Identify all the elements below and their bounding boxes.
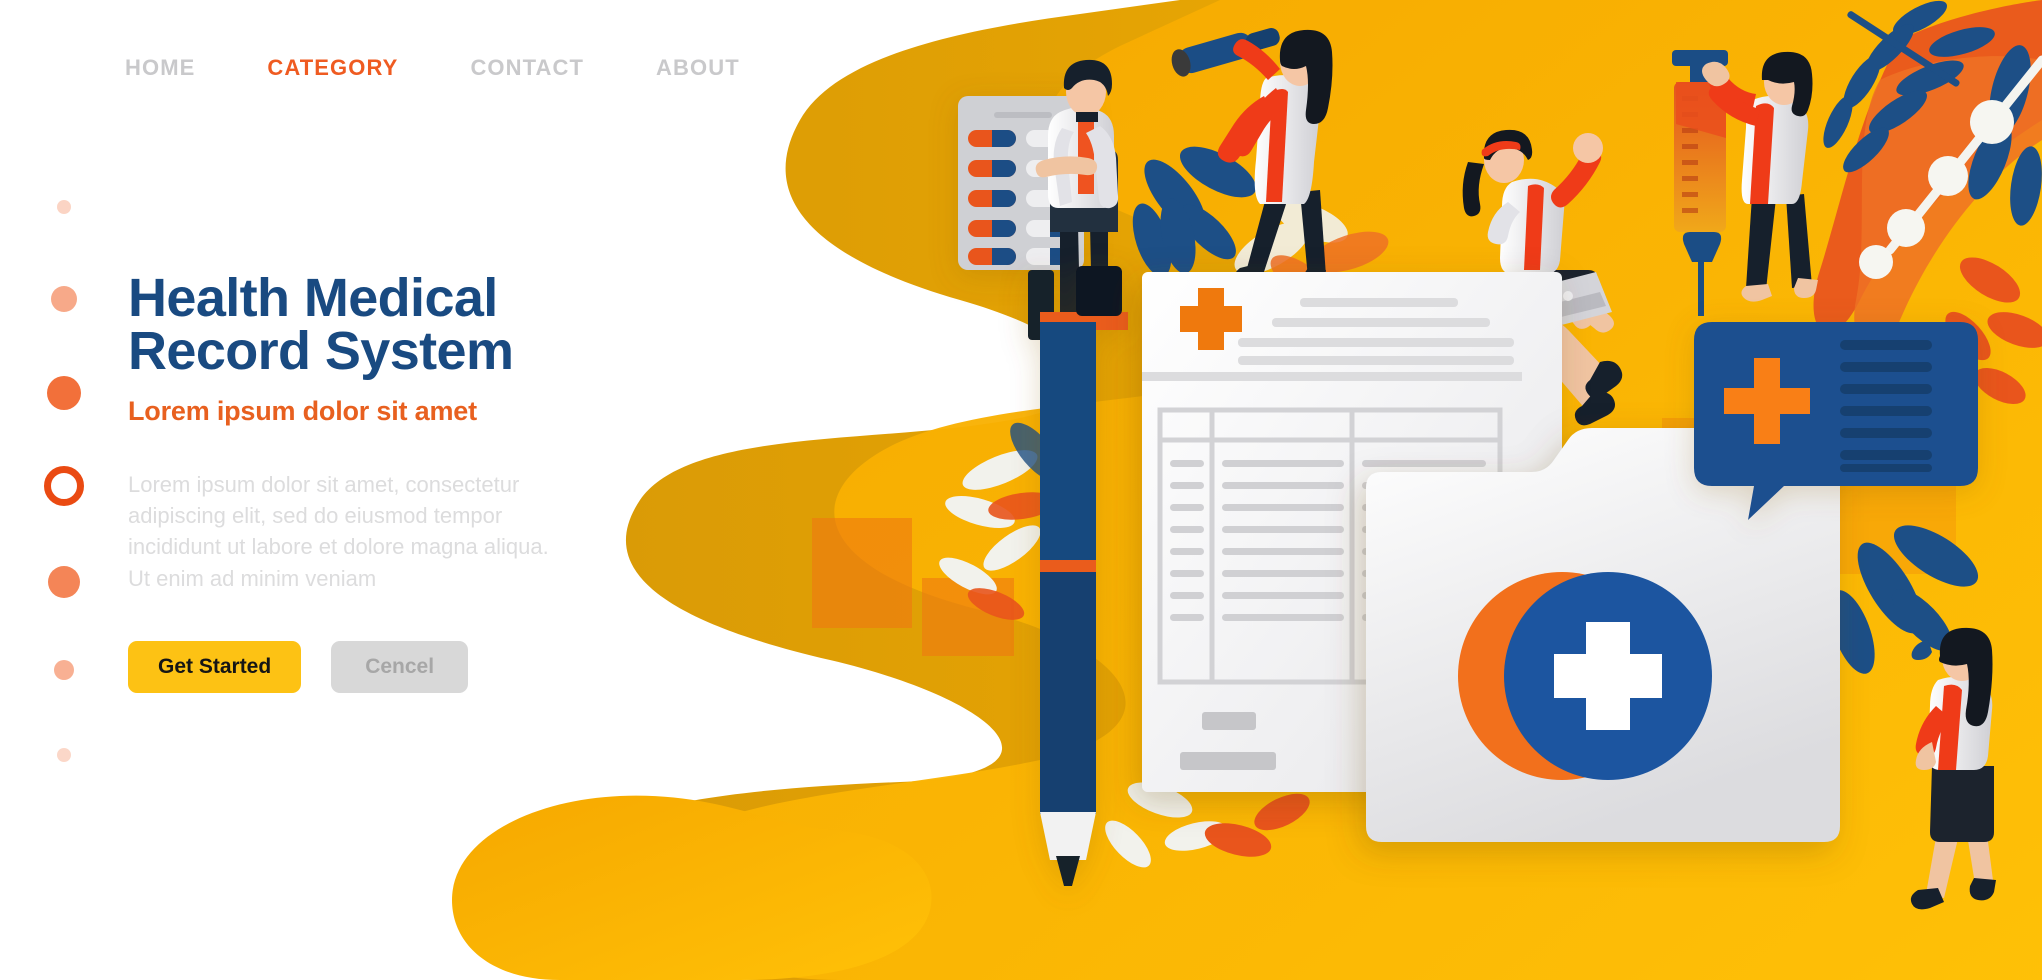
- cancel-button[interactable]: Cencel: [331, 640, 469, 693]
- nav-item-contact[interactable]: CONTACT: [470, 55, 584, 81]
- main-navigation: HOME CATEGORY CONTACT ABOUT: [125, 55, 740, 81]
- headline-line-2: Record System: [128, 320, 514, 381]
- hero-body-text: Lorem ipsum dolor sit amet, consectetur …: [128, 471, 549, 591]
- hero-subheadline: Lorem ipsum dolor sit amet: [128, 395, 477, 426]
- headline-line-1: Health Medical: [128, 268, 498, 328]
- nav-item-about[interactable]: ABOUT: [656, 55, 740, 81]
- hero-button-row: Get Started Cencel: [128, 640, 598, 693]
- indicator-dot-4-active[interactable]: [44, 466, 84, 506]
- indicator-dot-1[interactable]: [57, 200, 71, 214]
- indicator-dot-3[interactable]: [47, 376, 81, 410]
- nav-item-home[interactable]: HOME: [125, 55, 195, 81]
- indicator-dot-7[interactable]: [57, 748, 71, 762]
- medical-cross-logo: [1458, 572, 1712, 780]
- indicator-dot-5[interactable]: [48, 566, 80, 598]
- slide-indicator-dots: [43, 200, 103, 780]
- page-title: Health Medical Record System: [128, 271, 598, 381]
- nav-item-category[interactable]: CATEGORY: [267, 55, 398, 81]
- get-started-button[interactable]: Get Started: [128, 640, 302, 693]
- indicator-dot-6[interactable]: [54, 660, 74, 680]
- landing-page: HOME CATEGORY CONTACT ABOUT Health Medic…: [0, 0, 2042, 980]
- hero-content: Health Medical Record System Lorem ipsum…: [128, 271, 598, 693]
- indicator-dot-2[interactable]: [51, 286, 77, 312]
